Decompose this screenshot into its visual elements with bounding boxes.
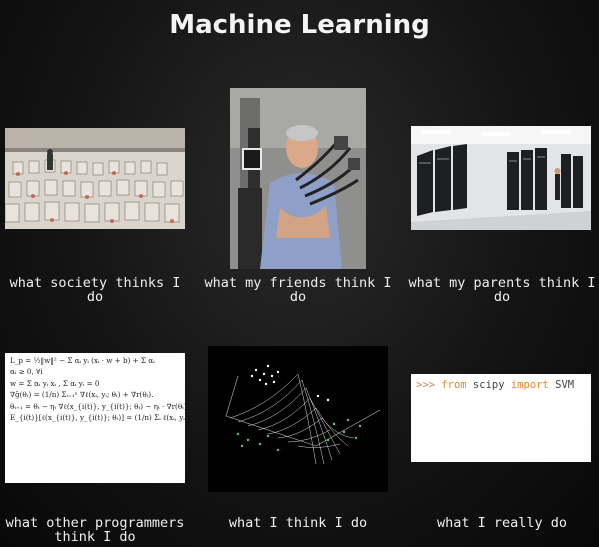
python-code-image: >>> from scipy import SVM bbox=[411, 374, 591, 462]
code-keyword-import: import bbox=[510, 379, 549, 391]
equation-line: E_{i(t)}[ℓ(x_{i(t)}, y_{i(t)}; θₜ)] = (1… bbox=[10, 413, 185, 423]
caption-friends: what my friends think I do bbox=[204, 275, 392, 305]
equation-line: θₜ₊₁ = θₜ − ηₜ ∇ℓ(x_{i(t)}, y_{i(t)}; θₜ… bbox=[10, 401, 185, 411]
code-line: >>> from scipy import SVM bbox=[411, 374, 591, 396]
equation-line: L_p = ½‖w‖² − Σ αᵢ yᵢ (xᵢ · w + b) + Σ α… bbox=[10, 356, 155, 365]
robot-army-image bbox=[5, 128, 185, 229]
code-keyword-from: from bbox=[441, 379, 467, 391]
supercomputer-image bbox=[411, 126, 591, 230]
equation-line: ∇ĝ(θₜ) = (1/n) Σᵢ₌₁ⁿ ∇ℓ(xᵢ, yᵢ; θₜ) + ∇r… bbox=[10, 390, 154, 400]
man-with-robot-image bbox=[230, 88, 366, 269]
equations-image: L_p = ½‖w‖² − Σ αᵢ yᵢ (xᵢ · w + b) + Σ α… bbox=[5, 353, 185, 483]
caption-parents: what my parents think I do bbox=[408, 275, 596, 305]
caption-me: what I think I do bbox=[228, 515, 368, 531]
caption-really: what I really do bbox=[436, 515, 568, 531]
meme-title: Machine Learning bbox=[169, 10, 430, 40]
svm-surface-plot-image bbox=[208, 346, 388, 492]
code-module: scipy bbox=[472, 379, 505, 391]
code-prompt: >>> bbox=[416, 379, 435, 391]
equation-line: w = Σ αᵢ yᵢ xᵢ , Σ αᵢ yᵢ = 0 bbox=[10, 378, 100, 388]
caption-programmers: what other programmers think I do bbox=[5, 515, 185, 545]
code-name: SVM bbox=[555, 379, 575, 391]
caption-society: what society thinks I do bbox=[9, 275, 181, 305]
equation-line: αᵢ ≥ 0, ∀i bbox=[10, 367, 43, 377]
